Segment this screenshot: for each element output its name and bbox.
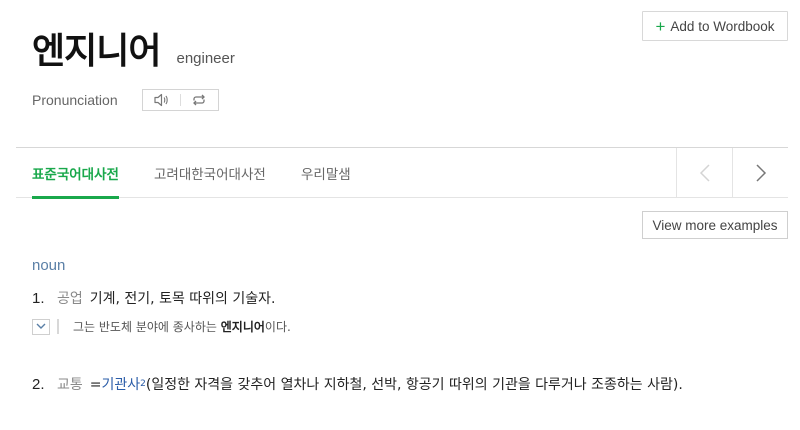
dictionary-tabs: 표준국어대사전 고려대한국어대사전 우리말샘 bbox=[16, 147, 788, 199]
example-divider bbox=[57, 319, 59, 334]
pronunciation-label: Pronunciation bbox=[32, 92, 118, 108]
homonym-superscript: 2 bbox=[140, 379, 146, 389]
headword: 엔지니어 bbox=[32, 31, 161, 72]
add-to-wordbook-button[interactable]: + Add to Wordbook bbox=[642, 11, 788, 41]
sense-1: 1. 공업 기계, 전기, 토목 따위의 기술자. bbox=[32, 288, 275, 308]
plus-icon: + bbox=[655, 16, 666, 36]
add-to-wordbook-label: Add to Wordbook bbox=[670, 18, 775, 34]
pronunciation-row: Pronunciation bbox=[32, 89, 219, 111]
sense-field: 공업 bbox=[57, 291, 83, 307]
headword-translation: engineer bbox=[176, 50, 235, 67]
part-of-speech: noun bbox=[32, 257, 66, 274]
sense-number: 1. bbox=[32, 290, 45, 307]
sense-2: 2. 교통 = 기관사 2 (일정한 자격을 갖추어 열차나 지하철, 선박, 항공기… bbox=[32, 374, 683, 394]
repeat-icon[interactable] bbox=[181, 90, 218, 110]
tab-urimalsaem[interactable]: 우리말샘 bbox=[301, 148, 351, 198]
tab-next-button[interactable] bbox=[732, 148, 788, 198]
expand-example-button[interactable] bbox=[32, 318, 50, 335]
sense-definition: 기계, 전기, 토목 따위의 기술자. bbox=[89, 291, 276, 307]
tab-prev-button[interactable] bbox=[676, 148, 732, 198]
example-text: 그는 반도체 분야에 종사하는 엔지니어이다. bbox=[73, 320, 291, 334]
tab-korea-univ-dictionary[interactable]: 고려대한국어대사전 bbox=[154, 148, 266, 198]
chevron-left-icon bbox=[699, 164, 710, 182]
pronunciation-controls bbox=[141, 89, 219, 111]
view-more-examples-button[interactable]: View more examples bbox=[642, 211, 788, 239]
headword-block: 엔지니어 engineer bbox=[32, 22, 235, 74]
cross-reference-link[interactable]: 기관사 bbox=[102, 374, 141, 394]
tab-standard-dictionary[interactable]: 표준국어대사전 bbox=[32, 148, 119, 199]
sense-definition: (일정한 자격을 갖추어 열차나 지하철, 선박, 항공기 따위의 기관을 다루… bbox=[145, 377, 683, 393]
speaker-icon[interactable] bbox=[143, 90, 180, 110]
sense-field: 교통 bbox=[57, 377, 83, 393]
example-sentence: 그는 반도체 분야에 종사하는 엔지니어이다. bbox=[32, 318, 291, 335]
chevron-right-icon bbox=[755, 164, 766, 182]
equals-sign: = bbox=[89, 377, 102, 393]
sense-number: 2. bbox=[32, 376, 45, 393]
chevron-down-icon bbox=[36, 323, 46, 329]
